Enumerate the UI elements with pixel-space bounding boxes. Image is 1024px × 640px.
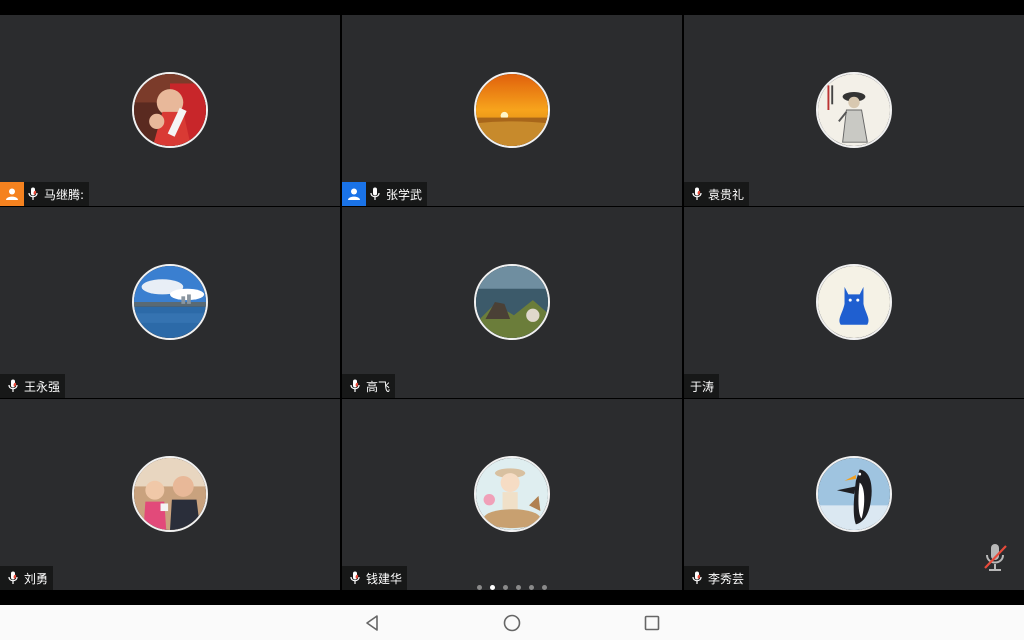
page-dot[interactable]	[516, 584, 521, 590]
avatar	[474, 456, 550, 532]
avatar	[132, 72, 208, 148]
recents-icon[interactable]	[642, 613, 662, 633]
participant-tile[interactable]: 马继腾:	[0, 15, 340, 206]
bottom-spacer	[0, 591, 1024, 605]
meeting-app: 马继腾: 张学武 袁贵礼 王永强 高飞 于涛 刘勇 钱建华 李秀芸	[0, 0, 1024, 640]
avatar-image	[818, 266, 890, 338]
avatar-image	[476, 266, 548, 338]
participant-tile[interactable]: 高飞	[342, 207, 682, 398]
name-tag: 马继腾:	[0, 182, 90, 206]
page-dot-active[interactable]	[490, 584, 495, 590]
page-dot[interactable]	[477, 584, 482, 590]
participant-grid: 马继腾: 张学武 袁贵礼 王永强 高飞 于涛 刘勇 钱建华 李秀芸	[0, 15, 1024, 591]
muted-microphone-icon[interactable]	[982, 542, 1008, 572]
microphone-icon	[366, 182, 384, 206]
home-icon[interactable]	[502, 613, 522, 633]
name-tag: 于涛	[684, 374, 720, 398]
avatar	[474, 264, 550, 340]
page-dot[interactable]	[503, 584, 508, 590]
avatar-image	[818, 458, 890, 530]
avatar-image	[134, 266, 206, 338]
participant-name: 王永强	[24, 379, 61, 394]
avatar	[132, 456, 208, 532]
participant-tile[interactable]: 于涛	[684, 207, 1024, 398]
status-bar	[0, 0, 1024, 15]
microphone-icon	[688, 182, 706, 206]
avatar	[474, 72, 550, 148]
participant-name: 于涛	[690, 379, 715, 394]
avatar-image	[476, 458, 548, 530]
participant-name: 张学武	[386, 187, 423, 202]
page-dot[interactable]	[529, 584, 534, 590]
host-badge-icon	[342, 182, 366, 206]
name-tag: 王永强	[0, 374, 66, 398]
name-tag: 袁贵礼	[684, 182, 750, 206]
name-tag: 张学武	[342, 182, 428, 206]
microphone-icon	[346, 374, 364, 398]
avatar	[132, 264, 208, 340]
participant-tile[interactable]: 钱建华	[342, 399, 682, 590]
participant-name: 马继腾:	[44, 187, 85, 202]
avatar-image	[818, 74, 890, 146]
microphone-icon	[24, 182, 42, 206]
participant-tile[interactable]: 袁贵礼	[684, 15, 1024, 206]
avatar	[816, 72, 892, 148]
avatar	[816, 264, 892, 340]
participant-tile[interactable]: 李秀芸	[684, 399, 1024, 590]
back-icon[interactable]	[362, 613, 382, 633]
microphone-icon	[4, 374, 22, 398]
avatar-image	[476, 74, 548, 146]
avatar	[816, 456, 892, 532]
participant-tile[interactable]: 张学武	[342, 15, 682, 206]
participant-name: 袁贵礼	[708, 187, 745, 202]
host-badge-icon	[0, 182, 24, 206]
participant-name: 高飞	[366, 379, 391, 394]
participant-tile[interactable]: 王永强	[0, 207, 340, 398]
name-tag: 高飞	[342, 374, 396, 398]
system-navigation-bar	[0, 605, 1024, 640]
avatar-image	[134, 74, 206, 146]
page-dot[interactable]	[542, 584, 547, 590]
avatar-image	[134, 458, 206, 530]
participant-tile[interactable]: 刘勇	[0, 399, 340, 590]
